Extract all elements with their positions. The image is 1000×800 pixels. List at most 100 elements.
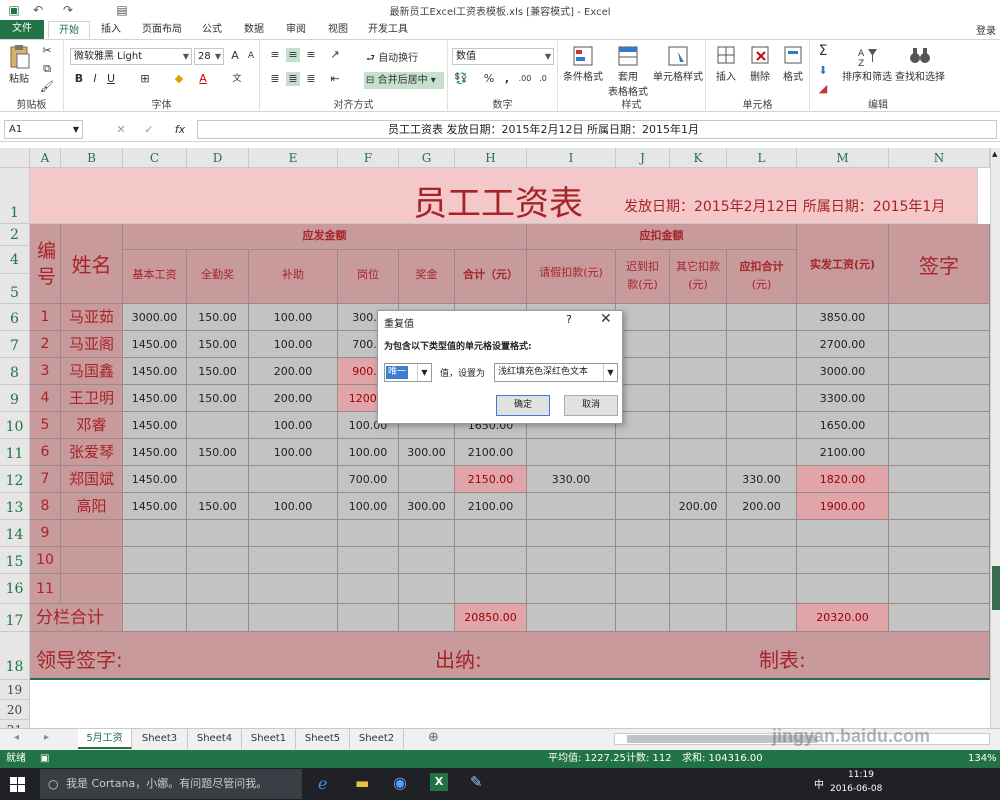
fill-color-icon[interactable]: ◆ — [172, 72, 186, 86]
subtotal-cell[interactable] — [123, 604, 187, 632]
table-cell-no[interactable]: 1 — [30, 304, 61, 331]
table-cell-other[interactable] — [670, 466, 727, 493]
row-header-10[interactable]: 10 — [0, 412, 30, 439]
row-header-15[interactable]: 15 — [0, 547, 30, 574]
header-deduct-group[interactable]: 应扣金额 — [527, 224, 797, 250]
subtotal-label-cell[interactable]: 分栏合计 — [30, 604, 123, 632]
table-cell-late[interactable] — [616, 520, 670, 547]
col-header-E[interactable]: E — [249, 148, 338, 168]
decrease-font-icon[interactable]: A — [244, 49, 258, 63]
header-deduct-total[interactable]: 应扣合计 (元) — [727, 250, 797, 304]
table-cell-sign[interactable] — [889, 520, 990, 547]
paste-button[interactable]: 粘贴 — [6, 44, 32, 85]
table-cell-attend[interactable]: 150.00 — [187, 439, 249, 466]
autosum-icon[interactable]: Σ — [816, 44, 830, 58]
table-cell-bonus[interactable] — [399, 466, 455, 493]
table-cell-subsidy[interactable] — [249, 547, 338, 574]
table-cell-leave[interactable] — [527, 439, 616, 466]
header-sign[interactable]: 签字 — [889, 224, 990, 304]
table-cell-net[interactable]: 3000.00 — [797, 358, 889, 385]
cancel-entry-icon[interactable]: ✕ — [114, 123, 128, 137]
table-cell-late[interactable] — [616, 412, 670, 439]
tab-formulas[interactable]: 公式 — [194, 21, 230, 39]
row-header-1[interactable]: 1 — [0, 168, 30, 224]
table-cell-no[interactable]: 6 — [30, 439, 61, 466]
header-total[interactable]: 合计（元） — [455, 250, 527, 304]
table-cell-net[interactable]: 2700.00 — [797, 331, 889, 358]
macro-record-icon[interactable]: ▣ — [40, 750, 49, 768]
sheet-tab[interactable]: Sheet5 — [296, 729, 350, 749]
sort-filter-button[interactable]: AZ 排序和筛选 — [840, 44, 894, 83]
table-cell-attend[interactable] — [187, 466, 249, 493]
subtotal-cell[interactable] — [616, 604, 670, 632]
sheet-tab[interactable]: Sheet2 — [350, 729, 404, 749]
row-header-6[interactable]: 6 — [0, 304, 30, 331]
sheet-tab[interactable]: 5月工资 — [78, 729, 132, 749]
table-cell-base[interactable]: 1450.00 — [123, 385, 187, 412]
decrease-decimal-icon[interactable]: .0 — [536, 72, 550, 86]
table-cell-name[interactable]: 郑国斌 — [61, 466, 123, 493]
table-cell-subsidy[interactable]: 100.00 — [249, 412, 338, 439]
table-cell-subsidy[interactable]: 100.00 — [249, 304, 338, 331]
table-cell-no[interactable]: 3 — [30, 358, 61, 385]
table-cell-post[interactable]: 100.00 — [338, 439, 399, 466]
table-cell-dtotal[interactable]: 200.00 — [727, 493, 797, 520]
table-cell-base[interactable]: 1450.00 — [123, 412, 187, 439]
font-name-combo[interactable]: 微软雅黑 Light ▼ — [70, 48, 192, 65]
col-header-L[interactable]: L — [727, 148, 797, 168]
table-cell-attend[interactable]: 150.00 — [187, 358, 249, 385]
cell-styles-button[interactable]: 单元格样式 — [652, 44, 704, 83]
table-cell-base[interactable] — [123, 547, 187, 574]
header-base[interactable]: 基本工资 — [123, 250, 187, 304]
table-cell-late[interactable] — [616, 547, 670, 574]
table-cell-late[interactable] — [616, 466, 670, 493]
number-format-combo[interactable]: 数值 ▼ — [452, 48, 554, 65]
table-cell-attend[interactable]: 150.00 — [187, 493, 249, 520]
col-header-H[interactable]: H — [455, 148, 527, 168]
table-cell-total[interactable]: 2100.00 — [455, 493, 527, 520]
table-cell-base[interactable]: 1450.00 — [123, 493, 187, 520]
table-cell-late[interactable] — [616, 493, 670, 520]
header-bonus[interactable]: 奖金 — [399, 250, 455, 304]
table-cell-other[interactable] — [670, 385, 727, 412]
confirm-entry-icon[interactable]: ✓ — [142, 123, 156, 137]
table-cell-no[interactable]: 4 — [30, 385, 61, 412]
table-cell-dtotal[interactable]: 330.00 — [727, 466, 797, 493]
table-cell-name[interactable] — [61, 574, 123, 604]
row-header-2[interactable]: 2 — [0, 224, 30, 246]
table-cell-sign[interactable] — [889, 574, 990, 604]
worksheet-grid[interactable]: A B C D E F G H I J K L M N 1 2 4 5 6 7 … — [0, 148, 990, 728]
name-box[interactable]: A1 ▼ — [4, 120, 83, 139]
table-cell-other[interactable] — [670, 412, 727, 439]
increase-font-icon[interactable]: A — [228, 49, 242, 63]
table-cell-dtotal[interactable] — [727, 385, 797, 412]
header-attend[interactable]: 全勤奖 — [187, 250, 249, 304]
table-cell-total[interactable]: 2150.00 — [455, 466, 527, 493]
header-subsidy[interactable]: 补助 — [249, 250, 338, 304]
subtotal-total-cell[interactable]: 20850.00 — [455, 604, 527, 632]
table-cell-attend[interactable] — [187, 574, 249, 604]
table-cell-base[interactable]: 3000.00 — [123, 304, 187, 331]
scroll-up-icon[interactable]: ▲ — [992, 150, 997, 158]
row-header-5[interactable]: 5 — [0, 274, 30, 304]
login-link[interactable]: 登录 — [976, 22, 996, 37]
cancel-button[interactable]: 取消 — [564, 395, 618, 416]
table-cell-other[interactable]: 200.00 — [670, 493, 727, 520]
conditional-format-button[interactable]: 条件格式 — [560, 44, 606, 83]
format-select[interactable]: 浅红填充色深红色文本 ▼ — [494, 363, 618, 382]
col-header-I[interactable]: I — [527, 148, 616, 168]
row-header-8[interactable]: 8 — [0, 358, 30, 385]
table-cell-net[interactable]: 3300.00 — [797, 385, 889, 412]
increase-decimal-icon[interactable]: .00 — [518, 72, 532, 86]
table-cell-post[interactable]: 700.00 — [338, 466, 399, 493]
header-name[interactable]: 姓名 — [61, 224, 123, 304]
table-cell-late[interactable] — [616, 331, 670, 358]
table-cell-name[interactable]: 王卫明 — [61, 385, 123, 412]
table-cell-net[interactable]: 3850.00 — [797, 304, 889, 331]
tab-page-layout[interactable]: 页面布局 — [136, 21, 188, 39]
table-cell-late[interactable] — [616, 385, 670, 412]
row-header-4[interactable]: 4 — [0, 246, 30, 274]
table-cell-no[interactable]: 7 — [30, 466, 61, 493]
table-cell-name[interactable] — [61, 520, 123, 547]
prev-sheet-icon[interactable]: ◂ — [14, 732, 19, 743]
